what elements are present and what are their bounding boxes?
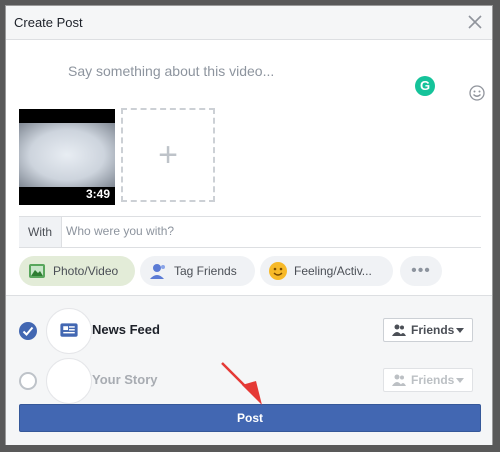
with-row: With Who were you with?: [19, 216, 481, 248]
emoji-icon[interactable]: [469, 85, 485, 101]
your-story-audience-label: Friends: [411, 373, 455, 387]
feeling-activity-button[interactable]: Feeling/Activ...: [260, 256, 393, 286]
feeling-emoji-icon: [269, 262, 287, 280]
dialog-title: Create Post: [14, 15, 83, 30]
your-story-label: Your Story: [92, 372, 158, 387]
news-feed-avatar: [46, 308, 92, 354]
friends-icon: [392, 324, 406, 336]
your-story-audience-dropdown[interactable]: Friends: [383, 368, 473, 392]
chevron-down-icon: [456, 328, 464, 333]
your-story-avatar: [46, 358, 92, 404]
add-media-button[interactable]: +: [121, 108, 215, 202]
create-post-dialog: Create Post Say something about this vid…: [5, 5, 493, 445]
photo-video-button[interactable]: Photo/Video: [19, 256, 135, 286]
post-button[interactable]: Post: [19, 404, 481, 432]
close-icon[interactable]: [466, 13, 484, 31]
plus-icon: +: [158, 136, 178, 174]
news-feed-label: News Feed: [92, 322, 160, 337]
chevron-down-icon: [456, 378, 464, 383]
photo-video-icon: [29, 264, 45, 278]
news-feed-icon: [60, 323, 78, 337]
post-action-pills: Photo/Video Tag Friends Feeling/Activ...…: [19, 256, 494, 288]
video-duration: 3:49: [85, 187, 110, 201]
with-label: With: [19, 217, 62, 247]
news-feed-audience-label: Friends: [411, 323, 455, 337]
video-preview: [19, 123, 115, 187]
friends-icon: [392, 374, 406, 386]
share-row-news-feed: News Feed Friends: [6, 308, 492, 354]
grammarly-icon[interactable]: G: [415, 76, 435, 96]
feeling-activity-label: Feeling/Activ...: [294, 264, 372, 278]
red-arrow-annotation: [221, 362, 262, 405]
dialog-header: Create Post: [6, 6, 492, 40]
tag-friends-button[interactable]: Tag Friends: [140, 256, 255, 286]
your-story-checkbox[interactable]: [19, 372, 37, 390]
tag-friends-icon: [150, 264, 165, 279]
video-thumbnail[interactable]: 3:49: [19, 109, 115, 205]
more-icon[interactable]: •••: [400, 256, 442, 286]
news-feed-audience-dropdown[interactable]: Friends: [383, 318, 473, 342]
photo-video-label: Photo/Video: [53, 264, 119, 278]
checkmark-icon: [22, 326, 34, 336]
with-input[interactable]: Who were you with?: [66, 224, 174, 238]
post-text-input[interactable]: Say something about this video...: [68, 63, 408, 79]
tag-friends-label: Tag Friends: [174, 264, 237, 278]
news-feed-checkbox[interactable]: [19, 322, 37, 340]
